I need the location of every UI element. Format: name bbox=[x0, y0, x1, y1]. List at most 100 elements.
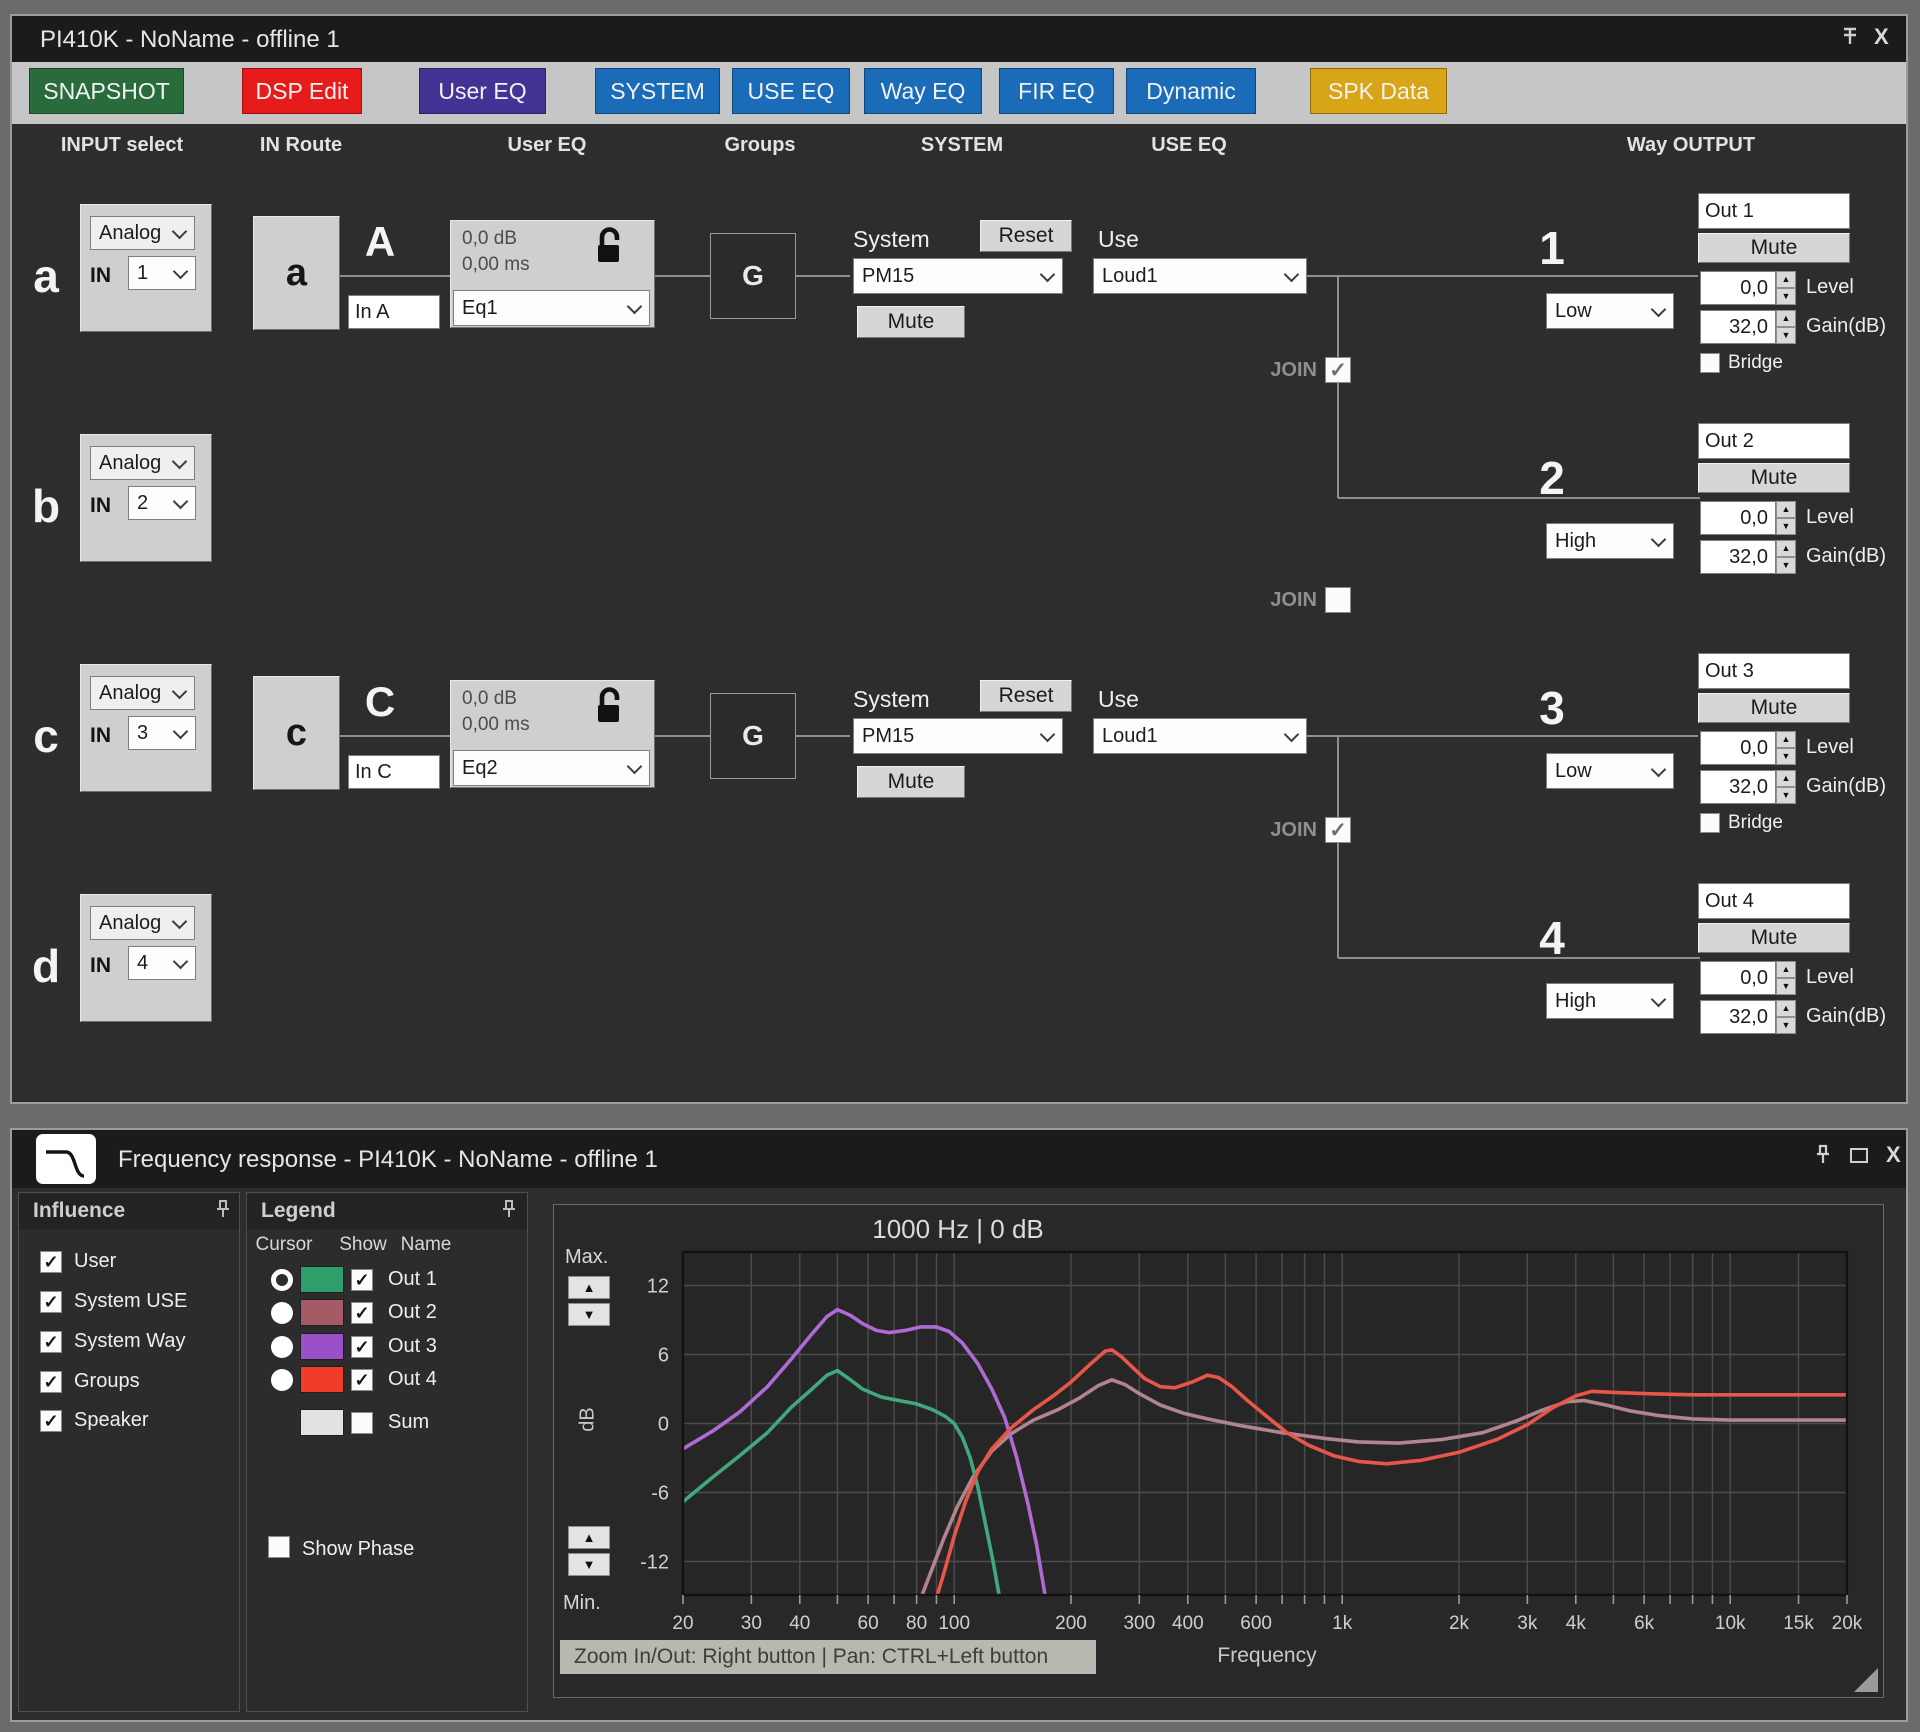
mute-button-out-1[interactable]: Mute bbox=[1698, 233, 1850, 263]
level-spinner-4-down[interactable]: ▼ bbox=[1776, 978, 1796, 995]
gain-spinner-4-up[interactable]: ▲ bbox=[1776, 1000, 1796, 1017]
xover-select-2[interactable]: High bbox=[1546, 523, 1674, 559]
gain-spinner-2-up[interactable]: ▲ bbox=[1776, 540, 1796, 557]
min-spinner-down[interactable]: ▼ bbox=[568, 1553, 610, 1576]
pin-icon[interactable] bbox=[1814, 1144, 1832, 1166]
mute-button-system[interactable]: Mute bbox=[857, 766, 965, 798]
resize-grip[interactable] bbox=[1854, 1668, 1878, 1692]
reset-button[interactable]: Reset bbox=[980, 220, 1072, 252]
legend-cursor-radio-1[interactable] bbox=[271, 1269, 293, 1291]
gain-spinner-4-down[interactable]: ▼ bbox=[1776, 1017, 1796, 1034]
gain-spinner-3[interactable]: ▲▼ bbox=[1776, 770, 1796, 804]
legend-show-checkbox-3[interactable]: ✓ bbox=[351, 1336, 373, 1358]
input-source-select-d[interactable]: Analog bbox=[90, 906, 195, 940]
join-checkbox-3[interactable]: ✓ bbox=[1325, 817, 1351, 843]
input-channel-select-c[interactable]: 3 bbox=[128, 716, 196, 750]
gain-value-3[interactable]: 32,0 bbox=[1700, 770, 1776, 804]
influence-checkbox-system-use[interactable]: ✓ bbox=[40, 1291, 62, 1313]
maximize-icon[interactable] bbox=[1850, 1148, 1868, 1163]
tab-user-eq[interactable]: User EQ bbox=[419, 68, 546, 114]
bridge-checkbox-3[interactable] bbox=[1700, 813, 1720, 833]
legend-show-checkbox-2[interactable]: ✓ bbox=[351, 1302, 373, 1324]
max-spinner-up[interactable]: ▲ bbox=[568, 1276, 610, 1299]
level-spinner-2[interactable]: ▲▼ bbox=[1776, 501, 1796, 535]
reset-button[interactable]: Reset bbox=[980, 680, 1072, 712]
input-channel-select-d[interactable]: 4 bbox=[128, 946, 196, 980]
tab-system[interactable]: SYSTEM bbox=[595, 68, 720, 114]
input-channel-select-b[interactable]: 2 bbox=[128, 486, 196, 520]
gain-value-2[interactable]: 32,0 bbox=[1700, 540, 1776, 574]
legend-cursor-radio-2[interactable] bbox=[271, 1302, 293, 1324]
level-spinner-1-up[interactable]: ▲ bbox=[1776, 271, 1796, 288]
gain-spinner-4[interactable]: ▲▼ bbox=[1776, 1000, 1796, 1034]
level-spinner-1[interactable]: ▲▼ bbox=[1776, 271, 1796, 305]
level-spinner-2-up[interactable]: ▲ bbox=[1776, 501, 1796, 518]
influence-checkbox-user[interactable]: ✓ bbox=[40, 1251, 62, 1273]
legend-cursor-radio-4[interactable] bbox=[271, 1369, 293, 1391]
output-name-input-1[interactable]: Out 1 bbox=[1698, 193, 1850, 229]
mute-button-out-2[interactable]: Mute bbox=[1698, 463, 1850, 493]
mute-button-out-3[interactable]: Mute bbox=[1698, 693, 1850, 723]
gain-spinner-1[interactable]: ▲▼ bbox=[1776, 310, 1796, 344]
level-spinner-3-up[interactable]: ▲ bbox=[1776, 731, 1796, 748]
level-value-4[interactable]: 0,0 bbox=[1700, 961, 1776, 995]
legend-show-checkbox-1[interactable]: ✓ bbox=[351, 1269, 373, 1291]
legend-show-checkbox-4[interactable]: ✓ bbox=[351, 1369, 373, 1391]
input-source-select-c[interactable]: Analog bbox=[90, 676, 195, 710]
tab-fir-eq[interactable]: FIR EQ bbox=[999, 68, 1114, 114]
gain-spinner-2-down[interactable]: ▼ bbox=[1776, 557, 1796, 574]
system-preset-select[interactable]: PM15 bbox=[853, 258, 1063, 294]
gain-value-1[interactable]: 32,0 bbox=[1700, 310, 1776, 344]
xover-select-3[interactable]: Low bbox=[1546, 753, 1674, 789]
output-name-input-2[interactable]: Out 2 bbox=[1698, 423, 1850, 459]
system-preset-select[interactable]: PM15 bbox=[853, 718, 1063, 754]
close-icon[interactable]: X bbox=[1886, 1144, 1901, 1166]
min-spinner-up[interactable]: ▲ bbox=[568, 1526, 610, 1549]
legend-show-checkbox-5[interactable] bbox=[351, 1412, 373, 1434]
group-block[interactable]: G bbox=[710, 693, 796, 779]
join-checkbox-2[interactable] bbox=[1325, 587, 1351, 613]
gain-spinner-2[interactable]: ▲▼ bbox=[1776, 540, 1796, 574]
input-source-select-b[interactable]: Analog bbox=[90, 446, 195, 480]
level-spinner-3[interactable]: ▲▼ bbox=[1776, 731, 1796, 765]
pin-icon[interactable] bbox=[216, 1200, 230, 1219]
tab-snapshot[interactable]: SNAPSHOT bbox=[29, 68, 184, 114]
gain-spinner-1-up[interactable]: ▲ bbox=[1776, 310, 1796, 327]
level-value-1[interactable]: 0,0 bbox=[1700, 271, 1776, 305]
tab-dynamic[interactable]: Dynamic bbox=[1126, 68, 1256, 114]
bridge-checkbox-1[interactable] bbox=[1700, 353, 1720, 373]
level-value-2[interactable]: 0,0 bbox=[1700, 501, 1776, 535]
gain-spinner-3-down[interactable]: ▼ bbox=[1776, 787, 1796, 804]
pin-icon[interactable] bbox=[1840, 26, 1860, 48]
frequency-response-chart[interactable]: 1260-6-1220304060801002003004006001k2k3k… bbox=[553, 1204, 1886, 1700]
tab-spk-data[interactable]: SPK Data bbox=[1310, 68, 1447, 114]
show-phase-checkbox[interactable] bbox=[268, 1536, 290, 1558]
gain-spinner-1-down[interactable]: ▼ bbox=[1776, 327, 1796, 344]
route-name-input-A[interactable]: In A bbox=[348, 295, 440, 329]
tab-use-eq[interactable]: USE EQ bbox=[732, 68, 850, 114]
pin-icon[interactable] bbox=[502, 1200, 516, 1219]
xover-select-1[interactable]: Low bbox=[1546, 293, 1674, 329]
influence-checkbox-system-way[interactable]: ✓ bbox=[40, 1331, 62, 1353]
join-checkbox-1[interactable]: ✓ bbox=[1325, 357, 1351, 383]
level-spinner-3-down[interactable]: ▼ bbox=[1776, 748, 1796, 765]
output-name-input-3[interactable]: Out 3 bbox=[1698, 653, 1850, 689]
gain-spinner-3-up[interactable]: ▲ bbox=[1776, 770, 1796, 787]
close-icon[interactable]: X bbox=[1874, 26, 1889, 48]
use-preset-select[interactable]: Loud1 bbox=[1093, 258, 1307, 294]
level-spinner-4[interactable]: ▲▼ bbox=[1776, 961, 1796, 995]
legend-cursor-radio-3[interactable] bbox=[271, 1336, 293, 1358]
level-spinner-1-down[interactable]: ▼ bbox=[1776, 288, 1796, 305]
mute-button-out-4[interactable]: Mute bbox=[1698, 923, 1850, 953]
output-name-input-4[interactable]: Out 4 bbox=[1698, 883, 1850, 919]
group-block[interactable]: G bbox=[710, 233, 796, 319]
tab-way-eq[interactable]: Way EQ bbox=[864, 68, 982, 114]
max-spinner-down[interactable]: ▼ bbox=[568, 1303, 610, 1326]
mute-button-system[interactable]: Mute bbox=[857, 306, 965, 338]
level-spinner-4-up[interactable]: ▲ bbox=[1776, 961, 1796, 978]
influence-checkbox-speaker[interactable]: ✓ bbox=[40, 1410, 62, 1432]
input-channel-select-a[interactable]: 1 bbox=[128, 256, 196, 290]
level-spinner-2-down[interactable]: ▼ bbox=[1776, 518, 1796, 535]
use-preset-select[interactable]: Loud1 bbox=[1093, 718, 1307, 754]
eq-preset-select-C[interactable]: Eq2 bbox=[453, 750, 650, 786]
